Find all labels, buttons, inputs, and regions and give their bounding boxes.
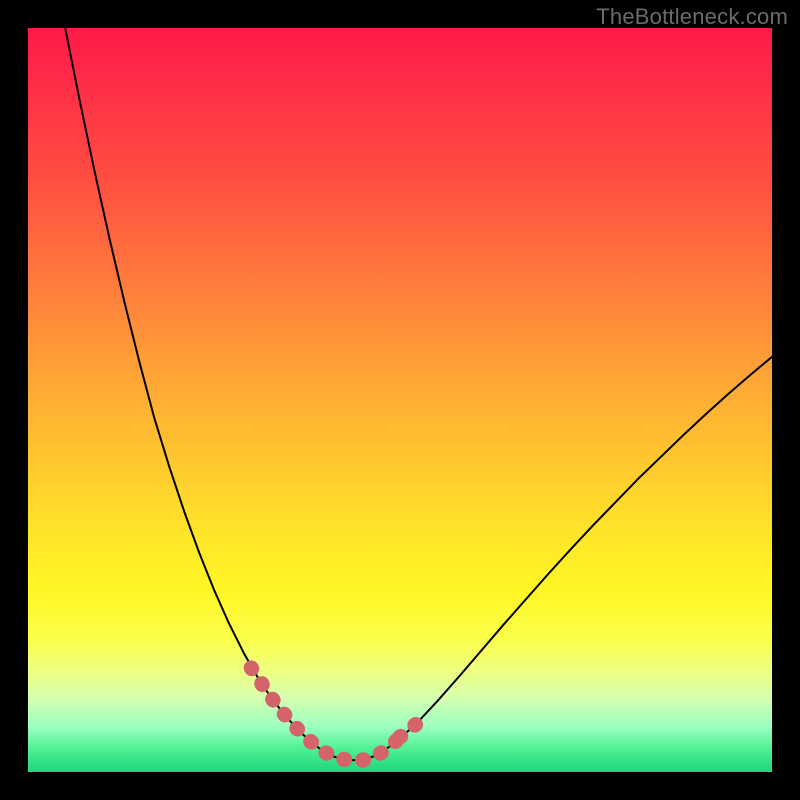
chart-frame: TheBottleneck.com bbox=[0, 0, 800, 800]
highlight-segment bbox=[400, 718, 422, 737]
curve-svg bbox=[28, 28, 772, 772]
highlight-segments bbox=[251, 668, 422, 761]
highlight-segment bbox=[311, 742, 363, 761]
watermark-text: TheBottleneck.com bbox=[596, 4, 788, 30]
plot-area bbox=[28, 28, 772, 772]
bottleneck-curve bbox=[65, 28, 772, 760]
highlight-segment bbox=[251, 668, 311, 742]
